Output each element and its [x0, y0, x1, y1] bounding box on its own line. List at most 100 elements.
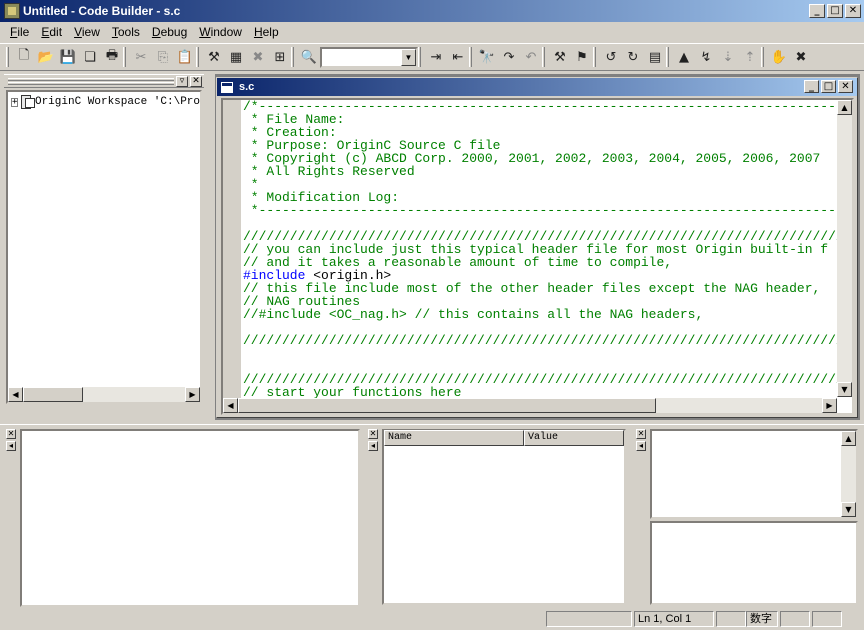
- output-window[interactable]: [20, 429, 360, 607]
- code-line[interactable]: *---------------------------------------…: [243, 204, 852, 217]
- find-next-button[interactable]: ↷: [498, 46, 520, 68]
- tree-item-workspace[interactable]: + OriginC Workspace 'C:\Pro: [8, 94, 200, 110]
- close-button[interactable]: ✕: [845, 4, 861, 18]
- menu-view[interactable]: View: [68, 25, 106, 39]
- panel-close-button[interactable]: ✕: [636, 429, 646, 439]
- minimize-button[interactable]: _: [809, 4, 825, 18]
- menu-edit[interactable]: Edit: [35, 25, 68, 39]
- scroll-right-icon[interactable]: ▶: [822, 398, 837, 413]
- panel-restore-button[interactable]: ◂: [636, 441, 646, 451]
- workspace-tree[interactable]: + OriginC Workspace 'C:\Pro ◀ ▶: [6, 90, 202, 404]
- copy-button[interactable]: ⎘: [152, 46, 174, 68]
- scroll-down-icon[interactable]: ▼: [841, 502, 856, 517]
- maximize-button[interactable]: □: [827, 4, 843, 18]
- code-line[interactable]: [243, 347, 836, 360]
- outdent-button[interactable]: ⇤: [447, 46, 469, 68]
- scroll-left-icon[interactable]: ◀: [223, 398, 238, 413]
- status-pane-ovr: [812, 611, 842, 627]
- workspace-panel-header[interactable]: ▿ ✕: [4, 74, 204, 88]
- panel-restore-button[interactable]: ▿: [176, 76, 188, 87]
- scroll-right-icon[interactable]: ▶: [185, 387, 200, 402]
- open-folder-button[interactable]: 📂: [35, 46, 57, 68]
- scroll-thumb[interactable]: [23, 387, 83, 402]
- scroll-down-icon[interactable]: ▼: [837, 382, 852, 397]
- step-out-button[interactable]: ⇡: [739, 46, 761, 68]
- step-over-button[interactable]: ↯: [695, 46, 717, 68]
- watch-panel-controls: ✕ ◂: [636, 429, 648, 459]
- editor-minimize-button[interactable]: _: [804, 80, 819, 93]
- breakpoint-button[interactable]: ⚒: [549, 46, 571, 68]
- code-line[interactable]: * All Rights Reserved: [243, 165, 836, 178]
- rebuild-icon: ⊞: [274, 49, 286, 65]
- title-bar: Untitled - Code Builder - s.c _ □ ✕: [0, 0, 864, 22]
- stop-button[interactable]: ✖: [790, 46, 812, 68]
- workspace-hscrollbar[interactable]: ◀ ▶: [8, 387, 200, 402]
- variables-list[interactable]: [382, 429, 626, 605]
- expand-icon[interactable]: +: [11, 97, 19, 107]
- copy-icon: ⎘: [157, 49, 169, 65]
- step-into-button[interactable]: ⇣: [717, 46, 739, 68]
- call-stack-window[interactable]: [650, 521, 858, 605]
- find-button[interactable]: 🔭: [476, 46, 498, 68]
- menu-help[interactable]: Help: [248, 25, 285, 39]
- undo-button[interactable]: ↺: [600, 46, 622, 68]
- print-button[interactable]: 🖶: [101, 46, 123, 68]
- column-header-value[interactable]: Value: [524, 430, 624, 446]
- bottom-dock: ✕ ◂ ✕ ◂ ✕ ◂ ▲ ▼: [0, 424, 864, 608]
- panel-close-button[interactable]: ✕: [6, 429, 16, 439]
- code-editor[interactable]: /*--------------------------------------…: [221, 98, 854, 415]
- app-icon[interactable]: [4, 3, 20, 19]
- find-combo[interactable]: ▼: [320, 46, 418, 68]
- editor-hscrollbar[interactable]: ◀ ▶: [223, 398, 837, 413]
- cut-icon: ✂: [135, 49, 147, 65]
- menu-file[interactable]: File: [4, 25, 35, 39]
- scroll-thumb[interactable]: [238, 398, 656, 413]
- menu-tools[interactable]: Tools: [106, 25, 146, 39]
- watch-vscrollbar[interactable]: ▲ ▼: [841, 431, 856, 517]
- panel-close-button[interactable]: ✕: [368, 429, 378, 439]
- scroll-up-icon[interactable]: ▲: [837, 100, 852, 115]
- save-button[interactable]: 💾: [57, 46, 79, 68]
- code-line[interactable]: //#include <OC_nag.h> // this contains a…: [243, 308, 836, 321]
- document-icon[interactable]: [221, 81, 233, 93]
- build-all-button[interactable]: ▦: [225, 46, 247, 68]
- panel-close-button[interactable]: ✕: [190, 76, 202, 87]
- output-panel-controls: ✕ ◂: [6, 429, 18, 459]
- save-icon: 💾: [59, 49, 77, 65]
- toggle-breakpoint-button[interactable]: ⚑: [571, 46, 593, 68]
- save-all-button[interactable]: ❏: [79, 46, 101, 68]
- clean-icon: ✖: [252, 49, 264, 65]
- tree-item-label: OriginC Workspace 'C:\Pro: [34, 96, 200, 108]
- build-button[interactable]: ⚒: [203, 46, 225, 68]
- scroll-up-icon[interactable]: ▲: [841, 431, 856, 446]
- chevron-down-icon[interactable]: ▼: [401, 48, 416, 66]
- panel-restore-button[interactable]: ◂: [368, 441, 378, 451]
- editor-gutter[interactable]: [223, 100, 241, 413]
- find-in-files-icon: 🔍: [300, 49, 318, 65]
- watch-window[interactable]: ▲ ▼: [650, 429, 858, 519]
- hand-icon: ✋: [770, 49, 788, 65]
- paste-button[interactable]: 📋: [174, 46, 196, 68]
- code-line[interactable]: ////////////////////////////////////////…: [243, 334, 852, 347]
- bookmark-button[interactable]: ▤: [644, 46, 666, 68]
- menu-debug[interactable]: Debug: [146, 25, 193, 39]
- editor-close-button[interactable]: ✕: [838, 80, 853, 93]
- indent-button[interactable]: ⇥: [425, 46, 447, 68]
- go-button[interactable]: ▲: [673, 46, 695, 68]
- column-header-name[interactable]: Name: [384, 430, 524, 446]
- scroll-left-icon[interactable]: ◀: [8, 387, 23, 402]
- menu-window[interactable]: Window: [193, 25, 248, 39]
- new-file-button[interactable]: 🗋: [13, 46, 35, 68]
- find-in-files-button[interactable]: 🔍: [298, 46, 320, 68]
- editor-title-bar[interactable]: s.c _ □ ✕: [217, 78, 857, 96]
- rebuild-button[interactable]: ⊞: [269, 46, 291, 68]
- clean-button[interactable]: ✖: [247, 46, 269, 68]
- editor-maximize-button[interactable]: □: [821, 80, 836, 93]
- find-previous-button[interactable]: ↶: [520, 46, 542, 68]
- panel-restore-button[interactable]: ◂: [6, 441, 16, 451]
- redo-button[interactable]: ↻: [622, 46, 644, 68]
- editor-vscrollbar[interactable]: ▲ ▼: [837, 100, 852, 397]
- hand-button[interactable]: ✋: [768, 46, 790, 68]
- code-text[interactable]: /*--------------------------------------…: [243, 100, 852, 399]
- cut-button[interactable]: ✂: [130, 46, 152, 68]
